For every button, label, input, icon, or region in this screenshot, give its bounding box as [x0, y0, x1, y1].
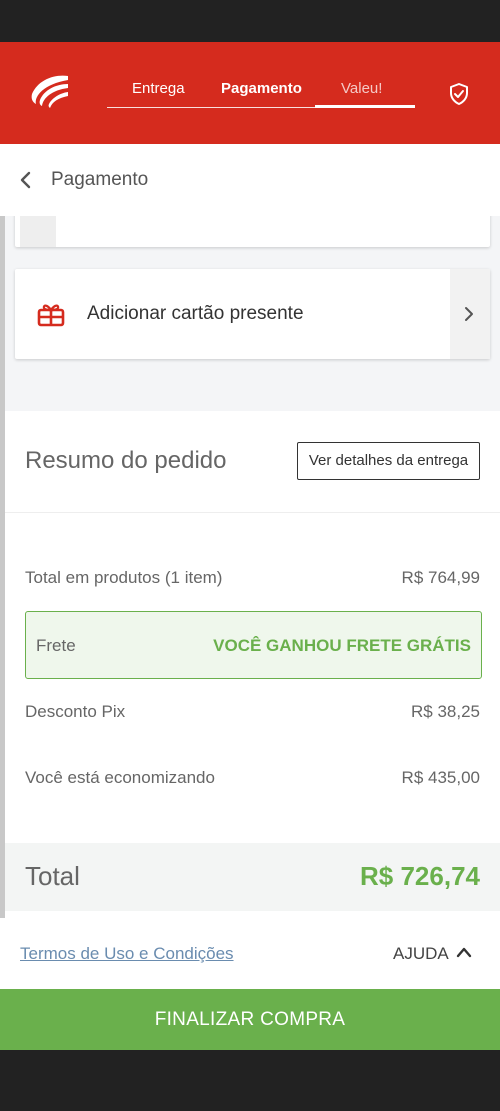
- app-header: Entrega Pagamento Valeu!: [0, 42, 500, 144]
- status-bar: [0, 0, 500, 42]
- step-entrega[interactable]: Entrega: [132, 80, 185, 97]
- chevron-up-icon[interactable]: [456, 946, 472, 958]
- pix-discount-label: Desconto Pix: [25, 702, 126, 721]
- add-gift-card-button[interactable]: Adicionar cartão presente: [15, 269, 490, 359]
- gift-card-arrow-area[interactable]: [450, 269, 490, 359]
- help-toggle[interactable]: AJUDA: [393, 944, 449, 964]
- savings-label: Você está economizando: [25, 768, 215, 787]
- chevron-left-icon[interactable]: [18, 170, 32, 190]
- page-footer: Termos de Uso e Condições AJUDA: [0, 918, 500, 989]
- products-total-value: R$ 764,99: [401, 568, 480, 587]
- terms-link[interactable]: Termos de Uso e Condições: [20, 944, 234, 964]
- step-valeu: Valeu!: [341, 80, 383, 97]
- payment-option-thumb: [20, 216, 56, 247]
- free-shipping-badge: VOCÊ GANHOU FRETE GRÁTIS: [213, 636, 471, 655]
- system-navigation-bar: [0, 1050, 500, 1111]
- chevron-right-icon: [465, 307, 473, 321]
- page-title: Pagamento: [51, 169, 149, 190]
- summary-title: Resumo do pedido: [25, 447, 227, 474]
- brand-logo-icon[interactable]: [28, 72, 72, 110]
- pix-discount-value: R$ 38,25: [411, 702, 480, 721]
- summary-divider: [5, 512, 500, 513]
- payment-option-card[interactable]: [15, 216, 490, 247]
- total-label: Total: [25, 861, 80, 891]
- step-pagamento: Pagamento: [221, 80, 302, 97]
- delivery-details-button[interactable]: Ver detalhes da entrega: [297, 442, 480, 480]
- shipping-row: Frete VOCÊ GANHOU FRETE GRÁTIS: [25, 611, 482, 679]
- gift-card-label: Adicionar cartão presente: [87, 303, 304, 324]
- shield-check-icon: [450, 83, 468, 105]
- order-total-bar: Total R$ 726,74: [5, 843, 500, 911]
- savings-value: R$ 435,00: [401, 768, 480, 787]
- page-subheader: Pagamento: [0, 144, 500, 216]
- order-summary: Resumo do pedido Ver detalhes da entrega…: [5, 411, 500, 918]
- checkout-screen: Entrega Pagamento Valeu! Pagamento Adici…: [0, 0, 500, 1111]
- gift-card-icon: [37, 304, 65, 327]
- checkout-steps: Entrega Pagamento Valeu!: [107, 42, 415, 144]
- payment-content[interactable]: Adicionar cartão presente Resumo do pedi…: [0, 216, 500, 918]
- total-value: R$ 726,74: [360, 861, 480, 891]
- active-step-indicator: [315, 105, 415, 108]
- shipping-label: Frete: [36, 636, 76, 655]
- products-total-label: Total em produtos (1 item): [25, 568, 223, 587]
- finalize-purchase-button[interactable]: FINALIZAR COMPRA: [0, 989, 500, 1050]
